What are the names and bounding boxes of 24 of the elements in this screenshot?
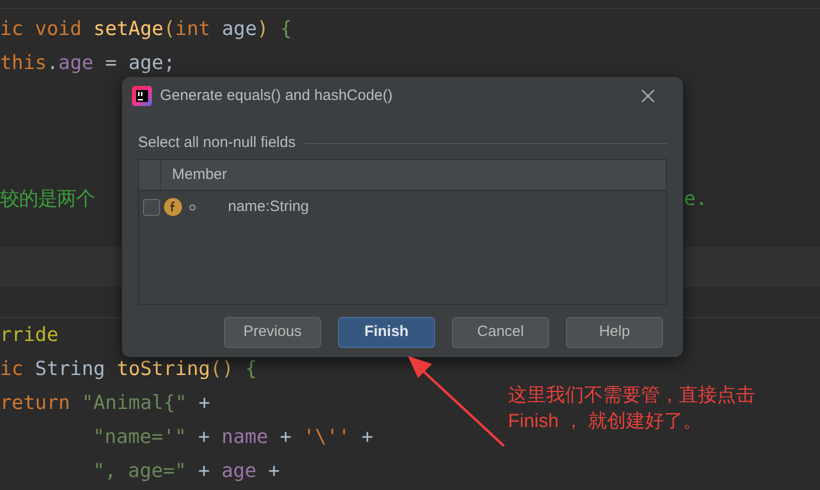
- member-name: name:String: [228, 196, 309, 217]
- code-line: ", age=" + age +: [93, 461, 280, 481]
- code-comment: e.: [684, 189, 708, 209]
- checkbox[interactable]: [143, 198, 160, 216]
- dialog-button[interactable]: Cancel: [452, 317, 549, 348]
- column-header[interactable]: Member: [161, 160, 228, 190]
- finish-button[interactable]: Finish: [338, 317, 435, 348]
- code-line: ic String toString() {: [0, 359, 257, 379]
- dialog-title: Generate equals() and hashCode(): [160, 86, 393, 106]
- code-line: "name='" + name + '\'' +: [93, 427, 374, 447]
- dialog-button[interactable]: Previous: [224, 317, 321, 348]
- code-line: this.age = age;: [0, 53, 176, 73]
- annotation-text: 这里我们不需要管，直接点击: [508, 384, 755, 408]
- section-label: Select all non-null fields: [138, 132, 296, 153]
- code-line: ic void setAge(int age) {: [0, 19, 292, 39]
- app-logo-icon: [132, 86, 152, 106]
- code-line: rride: [0, 325, 58, 345]
- dialog-button[interactable]: Help: [566, 317, 663, 348]
- annotation-text: Finish ， 就创建好了。: [508, 410, 704, 434]
- field-icon: [164, 198, 182, 216]
- code-line: 较的是两个: [0, 189, 95, 209]
- visibility-icon: [189, 204, 196, 210]
- code-line: return "Animal{" +: [0, 393, 210, 413]
- close-icon[interactable]: [641, 89, 655, 103]
